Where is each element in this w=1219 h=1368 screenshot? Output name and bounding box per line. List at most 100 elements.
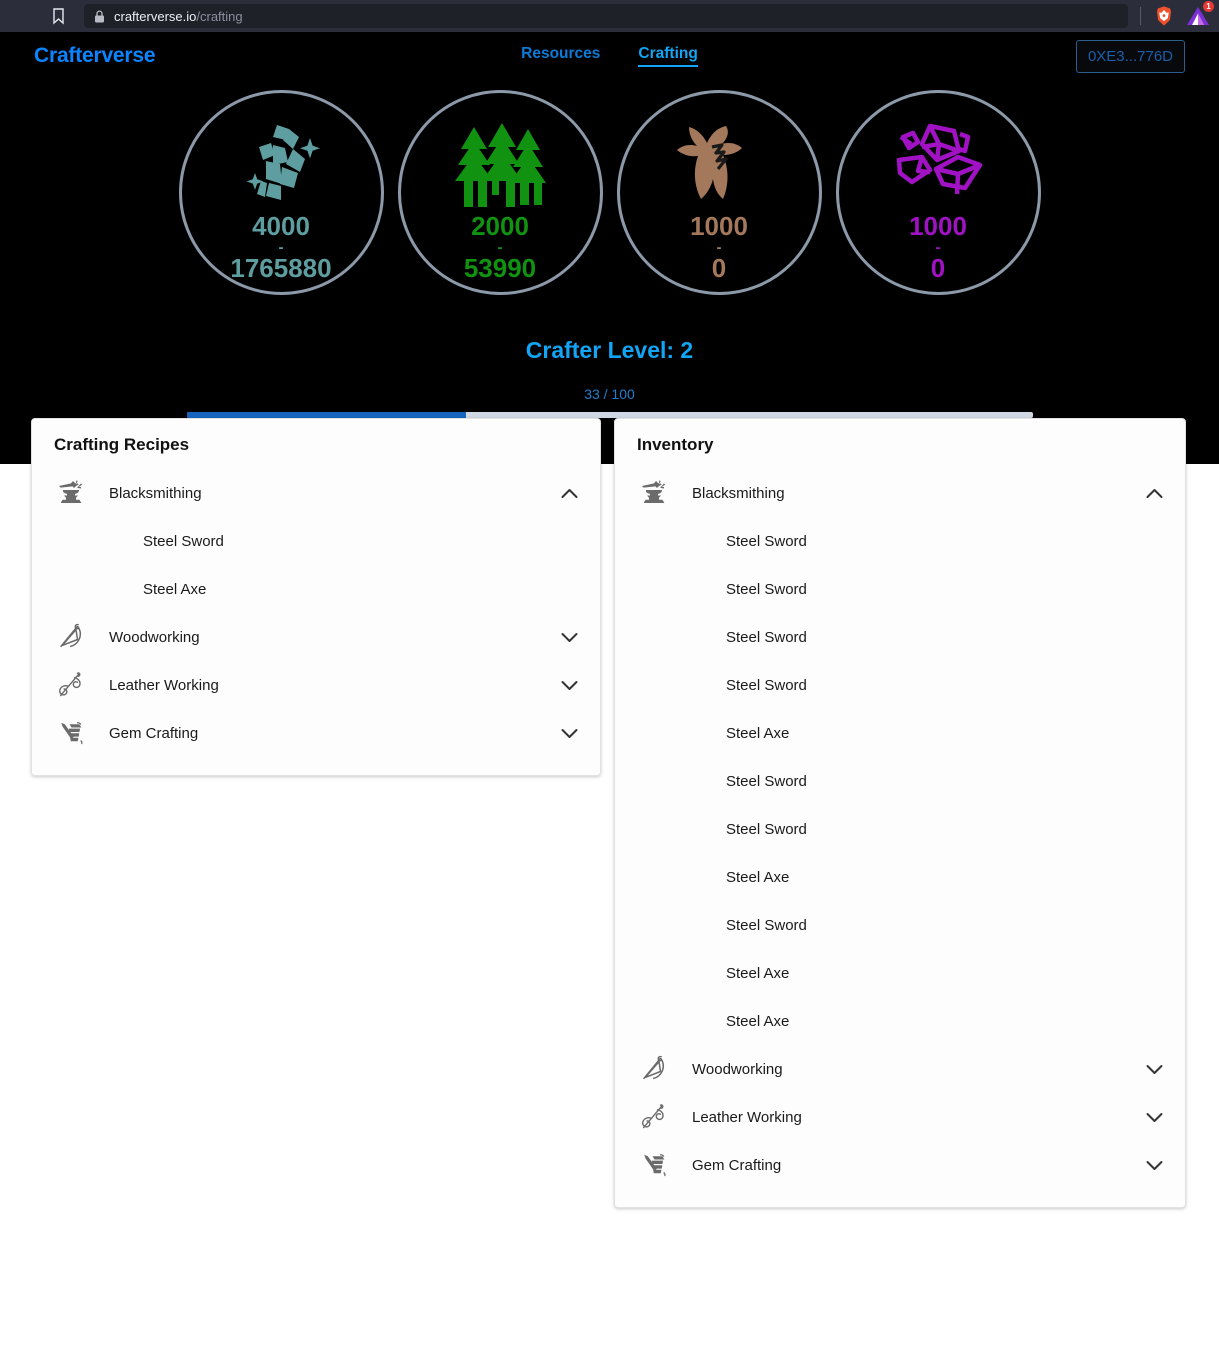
crafting-recipes-body: Blacksmithing Steel Sword Steel Axe Woodwor… [54,469,578,757]
inventory-item-label: Steel Axe [726,1012,790,1030]
recipes-category-label: Blacksmithing [109,484,202,502]
resource-circle-leather[interactable]: 1000 - 0 [616,90,822,295]
inventory-item-label: Steel Sword [726,628,807,646]
bookmark-icon[interactable] [44,2,72,30]
gems-icon [890,119,986,211]
url-text: crafterverse.io/crafting [114,9,243,24]
anvil-icon [54,476,88,510]
page-title: Crafterverse [34,44,156,67]
recipes-item-label: Steel Axe [143,580,207,598]
chevron-down-icon[interactable] [1146,1112,1163,1123]
resource-circle-ore[interactable]: 4000 - 1765880 [178,90,384,295]
resource-circle-wood[interactable]: 2000 - 53990 [397,90,603,295]
resource-summary: 4000 - 1765880 2000 - 53990 1000 - 0 100… [0,80,1219,295]
inventory-category-gem-crafting[interactable]: Gem Crafting [637,1141,1163,1189]
resource-amount-gems: 1000 - 0 [909,213,967,282]
inventory-item[interactable]: Steel Axe [637,949,1163,997]
gem-chisel-icon [637,1148,671,1182]
extension-badge: 1 [1203,1,1214,12]
inventory-item[interactable]: Steel Axe [637,709,1163,757]
inventory-item-label: Steel Sword [726,820,807,838]
crafter-level-title: Crafter Level: 2 [525,337,694,363]
inventory-panel: Inventory Blacksmithing Steel Sword Steel … [614,418,1186,1208]
crafting-recipes-panel: Crafting Recipes Blacksmithing Steel Swor… [31,418,601,776]
inventory-category-label: Woodworking [692,1060,783,1078]
recipes-item[interactable]: Steel Axe [54,565,578,613]
ore-icon [233,119,329,211]
chevron-down-icon[interactable] [561,632,578,643]
inventory-item[interactable]: Steel Axe [637,853,1163,901]
chevron-down-icon[interactable] [1146,1160,1163,1171]
browser-toolbar: crafterverse.io/crafting 1 [0,0,1219,32]
inventory-item[interactable]: Steel Sword [637,901,1163,949]
inventory-category-leather-working[interactable]: Leather Working [637,1093,1163,1141]
inventory-category-blacksmithing[interactable]: Blacksmithing [637,469,1163,517]
inventory-body: Blacksmithing Steel Sword Steel Sword Steel… [637,469,1163,1189]
app-dark-region: Crafterverse Resources Crafting 0XE3...7… [0,32,1219,464]
brave-shield-icon[interactable] [1153,5,1175,27]
chevron-down-icon[interactable] [561,680,578,691]
inventory-item-label: Steel Axe [726,724,790,742]
gems-amount: 1000 [909,211,967,241]
wood-amount: 2000 [471,211,529,241]
hide-icon [674,119,764,211]
inventory-category-label: Blacksmithing [692,484,785,502]
ore-amount: 4000 [252,211,310,241]
bow-icon [637,1052,671,1086]
needle-thread-icon [54,668,88,702]
recipes-category-blacksmithing[interactable]: Blacksmithing [54,469,578,517]
inventory-item[interactable]: Steel Sword [637,757,1163,805]
panels-container: Crafting Recipes Blacksmithing Steel Swor… [0,418,1219,1208]
recipes-category-gem-crafting[interactable]: Gem Crafting [54,709,578,757]
gem-chisel-icon [54,716,88,750]
inventory-item-label: Steel Sword [726,580,807,598]
recipes-item[interactable]: Steel Sword [54,517,578,565]
lock-icon [94,9,105,23]
wood-total: 53990 [463,253,537,284]
inventory-item[interactable]: Steel Sword [637,805,1163,853]
url-host: crafterverse.io [114,8,197,24]
chevron-up-icon[interactable] [1146,488,1163,499]
inventory-item-label: Steel Sword [726,916,807,934]
resource-circle-gems[interactable]: 1000 - 0 [835,90,1041,295]
crafting-recipes-title: Crafting Recipes [54,435,190,454]
chevron-down-icon[interactable] [1146,1064,1163,1075]
chevron-down-icon[interactable] [561,728,578,739]
recipes-category-label: Leather Working [109,676,219,694]
resource-amount-wood: 2000 - 53990 [464,213,536,282]
inventory-item[interactable]: Steel Sword [637,613,1163,661]
browser-actions: 1 [1134,1,1214,27]
leather-total: 0 [711,253,727,284]
anvil-icon [637,476,671,510]
needle-thread-icon [637,1100,671,1134]
extension-icon-wrapper[interactable]: 1 [1185,1,1214,27]
inventory-item[interactable]: Steel Axe [637,997,1163,1045]
toolbar-divider [1140,7,1141,25]
main-nav: Resources Crafting [0,45,1219,67]
app-header: Crafterverse Resources Crafting 0XE3...7… [0,32,1219,80]
leather-amount: 1000 [690,211,748,241]
resource-amount-leather: 1000 - 0 [690,213,748,282]
nav-link-crafting[interactable]: Crafting [638,45,698,67]
inventory-item[interactable]: Steel Sword [637,661,1163,709]
trees-icon [450,119,550,211]
nav-link-resources[interactable]: Resources [521,45,600,67]
address-bar[interactable]: crafterverse.io/crafting [84,4,1128,28]
bow-icon [54,620,88,654]
resource-amount-ore: 4000 - 1765880 [230,213,331,282]
inventory-item-label: Steel Sword [726,532,807,550]
recipes-category-woodworking[interactable]: Woodworking [54,613,578,661]
recipes-category-label: Woodworking [109,628,200,646]
url-path: /crafting [196,8,243,24]
chevron-up-icon[interactable] [561,488,578,499]
recipes-category-leather-working[interactable]: Leather Working [54,661,578,709]
inventory-item-label: Steel Axe [726,964,790,982]
inventory-item[interactable]: Steel Sword [637,565,1163,613]
inventory-item-label: Steel Sword [726,772,807,790]
recipes-item-label: Steel Sword [143,532,224,550]
inventory-item[interactable]: Steel Sword [637,517,1163,565]
inventory-category-woodworking[interactable]: Woodworking [637,1045,1163,1093]
gems-total: 0 [930,253,946,284]
wallet-address-button[interactable]: 0XE3...776D [1075,39,1185,73]
inventory-title: Inventory [637,435,714,454]
